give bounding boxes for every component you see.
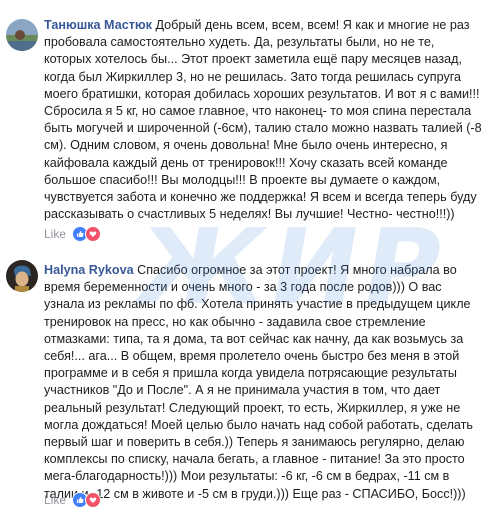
avatar-photo-icon <box>6 19 38 51</box>
love-icon <box>85 226 102 242</box>
like-button[interactable]: Like <box>44 493 66 507</box>
comment-body: Танюшка Мастюк Добрый день всем, всем, в… <box>44 17 484 223</box>
like-button[interactable]: Like <box>44 227 66 241</box>
comment-author[interactable]: Halyna Rykova <box>44 263 134 277</box>
comment-text: Спасибо огромное за этот проект! Я много… <box>44 263 473 501</box>
comment-author[interactable]: Танюшка Мастюк <box>44 18 152 32</box>
avatar[interactable] <box>6 19 38 51</box>
avatar[interactable] <box>6 260 38 292</box>
comment-actions: Like <box>44 226 102 242</box>
comment-actions: Like <box>44 492 102 508</box>
love-icon <box>85 492 102 508</box>
avatar-photo-icon <box>6 260 38 292</box>
comment-text: Добрый день всем, всем, всем! Я как и мн… <box>44 18 482 222</box>
comment-body: Halyna Rykova Спасибо огромное за этот п… <box>44 262 484 503</box>
reaction-summary[interactable] <box>72 492 102 508</box>
reaction-summary[interactable] <box>72 226 102 242</box>
